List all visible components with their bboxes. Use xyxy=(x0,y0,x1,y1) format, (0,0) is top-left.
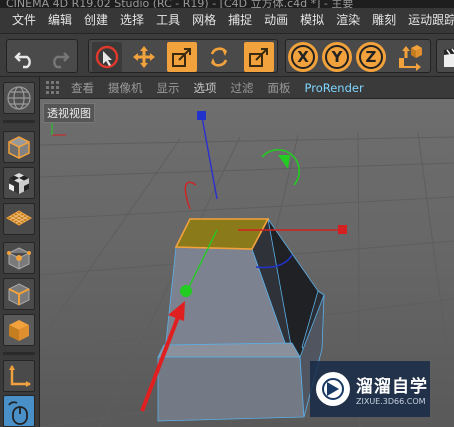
points-mode-button[interactable] xyxy=(3,242,35,274)
watermark-subtitle: ZIXUE.3D66.COM xyxy=(356,397,426,406)
viewport-menu-filter[interactable]: 过滤 xyxy=(224,80,261,96)
move-tool-button[interactable] xyxy=(129,42,159,72)
points-mode-icon xyxy=(7,247,31,270)
menu-render[interactable]: 渲染 xyxy=(330,8,366,33)
texture-mode-button[interactable] xyxy=(3,167,35,199)
viewport-menu-options[interactable]: 选项 xyxy=(187,80,224,96)
menu-snap[interactable]: 捕捉 xyxy=(222,8,258,33)
move-icon xyxy=(133,46,155,68)
axis-lock-group: X Y Z xyxy=(285,39,431,73)
menu-file[interactable]: 文件 xyxy=(6,8,42,33)
viewport-grip-icon[interactable] xyxy=(46,80,60,95)
workplane-grid-icon xyxy=(6,210,32,226)
viewport-menu-view[interactable]: 查看 xyxy=(64,80,101,96)
tweak-mode-button[interactable] xyxy=(3,395,35,427)
window-title: CINEMA 4D R19.02 Studio (RC - R19) - [C4… xyxy=(6,0,354,8)
palette-separator xyxy=(3,120,35,123)
axis-z-toggle[interactable]: Z xyxy=(356,42,386,72)
selected-top-face[interactable] xyxy=(174,218,270,250)
menu-mesh[interactable]: 网格 xyxy=(186,8,222,33)
clapperboard-icon xyxy=(444,48,454,67)
transform-tools-group xyxy=(88,39,278,73)
make-editable-icon xyxy=(7,86,31,110)
rotate-tool-button[interactable] xyxy=(204,42,234,72)
viewport-menu-bar: 查看 摄像机 显示 选项 过滤 面板 ProRender xyxy=(40,77,454,99)
edges-mode-icon xyxy=(8,283,30,306)
menu-edit[interactable]: 编辑 xyxy=(42,8,78,33)
scale-tool-button[interactable] xyxy=(167,42,197,72)
axis-y-toggle[interactable]: Y xyxy=(322,42,352,72)
redo-icon xyxy=(53,52,70,69)
left-tool-palette xyxy=(0,77,40,427)
menu-bar: 文件 编辑 创建 选择 工具 网格 捕捉 动画 模拟 渲染 雕刻 运动跟踪 xyxy=(0,8,454,33)
menu-select[interactable]: 选择 xyxy=(114,8,150,33)
coordinate-system-icon xyxy=(399,45,422,71)
polygons-mode-icon xyxy=(9,320,29,341)
model-mode-button[interactable] xyxy=(3,131,35,163)
axis-corner-icon xyxy=(9,365,31,387)
axis-z-label: Z xyxy=(359,45,383,69)
menu-sculpt[interactable]: 雕刻 xyxy=(366,8,402,33)
title-bar: CINEMA 4D R19.02 Studio (RC - R19) - [C4… xyxy=(0,0,454,8)
viewport-menu-prorender[interactable]: ProRender xyxy=(298,81,371,95)
edges-mode-button[interactable] xyxy=(3,278,35,310)
live-selection-icon xyxy=(95,45,119,69)
palette-separator xyxy=(3,352,35,355)
viewport-menu-panel[interactable]: 面板 xyxy=(261,80,298,96)
viewport-menu-display[interactable]: 显示 xyxy=(150,80,187,96)
axis-x-toggle[interactable]: X xyxy=(288,42,318,72)
render-view-button[interactable] xyxy=(439,42,454,72)
menu-tools[interactable]: 工具 xyxy=(150,8,186,33)
main-toolbar: X Y Z xyxy=(0,33,454,77)
workplane-mode-button[interactable] xyxy=(3,203,35,235)
menu-simulate[interactable]: 模拟 xyxy=(294,8,330,33)
perspective-viewport[interactable]: 透视视图 溜溜自学 ZIXUE.3D66.COM xyxy=(40,99,454,427)
menu-animate[interactable]: 动画 xyxy=(258,8,294,33)
axis-y-label: Y xyxy=(325,45,349,69)
scale-recent-icon xyxy=(249,48,268,67)
mouse-icon xyxy=(8,401,28,425)
texture-checker-icon xyxy=(9,173,29,194)
watermark: 溜溜自学 ZIXUE.3D66.COM xyxy=(310,361,430,417)
menu-create[interactable]: 创建 xyxy=(78,8,114,33)
undo-button[interactable] xyxy=(10,42,40,72)
enable-axis-button[interactable] xyxy=(3,360,35,392)
axis-x-label: X xyxy=(291,45,315,69)
watermark-logo-icon xyxy=(316,372,350,406)
render-group xyxy=(436,39,454,73)
watermark-title: 溜溜自学 xyxy=(356,377,428,397)
polygons-mode-button[interactable] xyxy=(3,314,35,346)
viewport-label: 透视视图 xyxy=(43,103,95,123)
undo-icon xyxy=(14,52,31,69)
live-selection-button[interactable] xyxy=(92,42,122,72)
model-cube-icon xyxy=(8,136,30,159)
menu-motion-tracking[interactable]: 运动跟踪 xyxy=(402,8,454,33)
coordinate-system-button[interactable] xyxy=(394,42,424,72)
history-group xyxy=(6,39,78,73)
scale-icon xyxy=(172,48,191,67)
redo-button[interactable] xyxy=(44,42,74,72)
recent-tool-button[interactable] xyxy=(244,42,274,72)
make-editable-button[interactable] xyxy=(3,82,35,114)
rotate-icon xyxy=(210,47,228,67)
viewport-menu-cameras[interactable]: 摄像机 xyxy=(101,80,150,96)
